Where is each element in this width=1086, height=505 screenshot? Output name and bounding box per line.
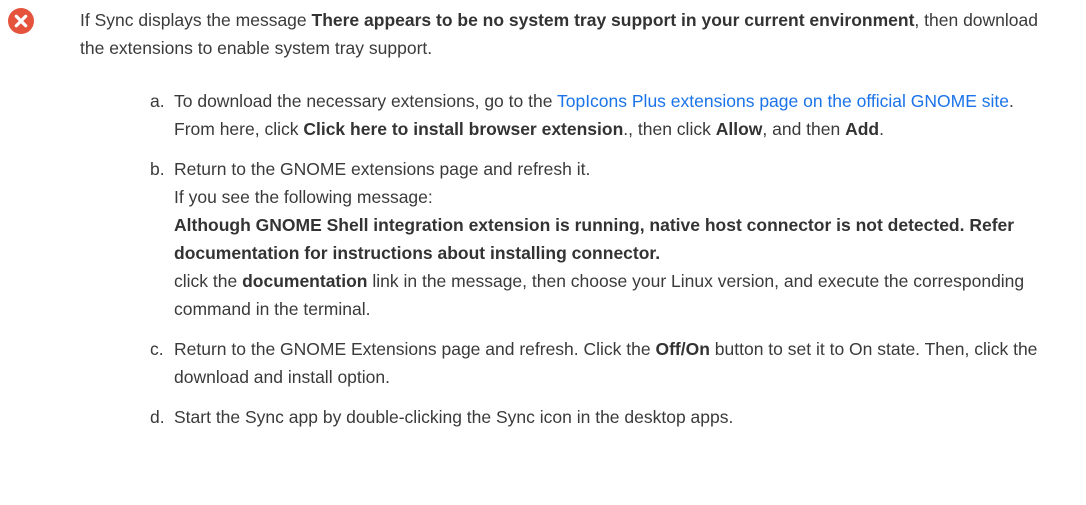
install-browser-extension-label: Click here to install browser extension — [303, 119, 624, 139]
step-text: Return to the GNOME extensions page and … — [174, 159, 591, 179]
step-marker: a. — [150, 91, 165, 111]
step-a: a. To download the necessary extensions,… — [150, 87, 1050, 143]
add-label: Add — [845, 119, 880, 139]
step-text: . — [879, 119, 884, 139]
step-b: b. Return to the GNOME extensions page a… — [150, 155, 1050, 323]
step-marker: b. — [150, 159, 165, 179]
step-text: Start the Sync app by double-clicking th… — [174, 407, 734, 427]
connector-message-bold: Although GNOME Shell integration extensi… — [174, 215, 1015, 263]
step-text: To download the necessary extensions, go… — [174, 91, 557, 111]
error-icon — [8, 8, 34, 34]
step-text: Return to the GNOME Extensions page and … — [174, 339, 656, 359]
intro-text-before: If Sync displays the message — [80, 10, 312, 30]
steps-list: a. To download the necessary extensions,… — [150, 87, 1050, 431]
step-text: , and then — [762, 119, 846, 139]
step-text: ., then click — [623, 119, 716, 139]
topicons-plus-extensions-link[interactable]: TopIcons Plus extensions page on the off… — [557, 91, 1009, 111]
step-d: d. Start the Sync app by double-clicking… — [150, 403, 1050, 431]
allow-label: Allow — [715, 119, 763, 139]
step-text: If you see the following message: — [174, 187, 433, 207]
intro-paragraph: If Sync displays the message There appea… — [80, 6, 1060, 62]
error-note: If Sync displays the message There appea… — [0, 0, 1086, 505]
step-text: click the — [174, 271, 243, 291]
intro-message-bold: There appears to be no system tray suppo… — [311, 10, 915, 30]
off-on-label: Off/On — [655, 339, 710, 359]
step-c: c. Return to the GNOME Extensions page a… — [150, 335, 1050, 391]
step-marker: d. — [150, 407, 165, 427]
documentation-label: documentation — [242, 271, 368, 291]
step-marker: c. — [150, 339, 164, 359]
